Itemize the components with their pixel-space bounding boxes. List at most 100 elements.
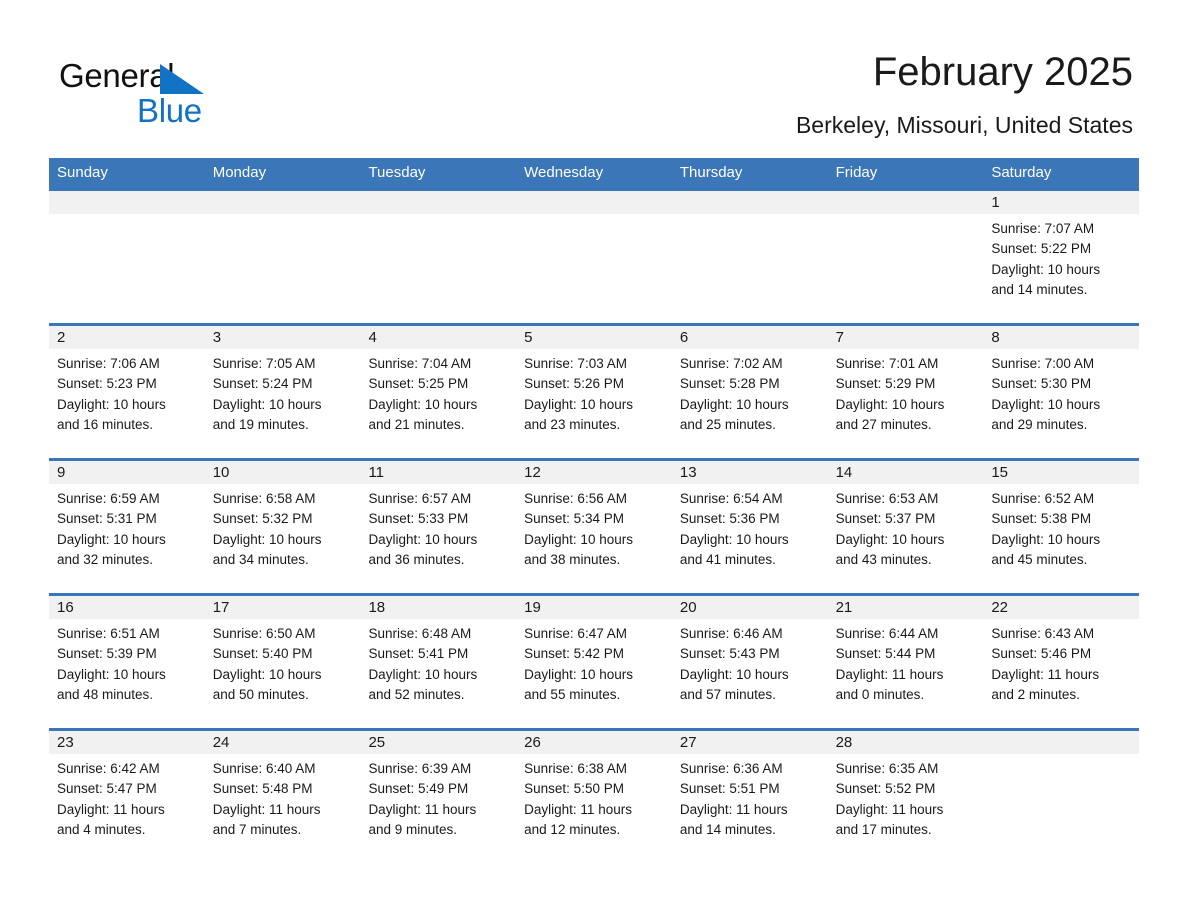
- daylight-text: and 52 minutes.: [368, 686, 465, 702]
- day-number-band: 4: [360, 326, 517, 349]
- calendar-day-cell[interactable]: 22 Sunrise: 6:43 AM Sunset: 5:46 PM Dayligh…: [983, 596, 1140, 728]
- calendar-day-cell[interactable]: 25 Sunrise: 6:39 AM Sunset: 5:49 PM Dayligh…: [360, 731, 517, 863]
- day-details: [672, 214, 828, 219]
- calendar-day-cell[interactable]: 19 Sunrise: 6:47 AM Sunset: 5:42 PM Dayligh…: [516, 596, 672, 728]
- calendar-day-cell[interactable]: 23 Sunrise: 6:42 AM Sunset: 5:47 PM Dayligh…: [49, 731, 205, 863]
- day-number-band: 6: [671, 326, 828, 349]
- calendar-day-cell[interactable]: 1 Sunrise: 7:07 AM Sunset: 5:22 PM Daylight…: [983, 191, 1140, 323]
- sunset-text: Sunset: 5:34 PM: [524, 511, 624, 527]
- day-number-band: 18: [360, 596, 517, 619]
- sunset-text: Sunset: 5:38 PM: [991, 511, 1092, 527]
- sunrise-text: Sunrise: 6:40 AM: [212, 761, 316, 776]
- daylight-text: and 14 minutes.: [991, 281, 1088, 297]
- calendar-day-cell[interactable]: 13 Sunrise: 6:54 AM Sunset: 5:36 PM Dayligh…: [671, 461, 828, 593]
- daylight-text: and 9 minutes.: [368, 821, 457, 837]
- calendar-day-cell[interactable]: 12 Sunrise: 6:56 AM Sunset: 5:34 PM Dayligh…: [516, 461, 672, 593]
- sunrise-text: Sunrise: 6:50 AM: [212, 626, 316, 641]
- sunrise-text: Sunrise: 6:44 AM: [835, 626, 939, 641]
- sunrise-text: Sunrise: 6:43 AM: [991, 626, 1095, 641]
- calendar-day-cell[interactable]: 28 Sunrise: 6:35 AM Sunset: 5:52 PM Dayligh…: [827, 731, 984, 863]
- day-number-band: 2: [49, 326, 205, 349]
- daylight-text: and 23 minutes.: [524, 416, 621, 432]
- calendar-day-cell[interactable]: 17 Sunrise: 6:50 AM Sunset: 5:40 PM Dayligh…: [204, 596, 361, 728]
- daylight-text: Daylight: 11 hours: [679, 801, 788, 817]
- day-number-band: 1: [983, 191, 1140, 214]
- day-number-band: 26: [516, 731, 672, 754]
- calendar-day-cell[interactable]: 9 Sunrise: 6:59 AM Sunset: 5:31 PM Daylight…: [49, 461, 205, 593]
- sunset-text: Sunset: 5:41 PM: [368, 646, 469, 662]
- day-number-band: 10: [204, 461, 361, 484]
- calendar-day-cell[interactable]: 2 Sunrise: 7:06 AM Sunset: 5:23 PM Daylight…: [49, 326, 205, 458]
- daylight-text: Daylight: 10 hours: [368, 531, 478, 547]
- day-number: 7: [835, 329, 844, 346]
- calendar-day-cell[interactable]: 18 Sunrise: 6:48 AM Sunset: 5:41 PM Dayligh…: [360, 596, 517, 728]
- day-number-band: 7: [827, 326, 984, 349]
- daylight-text: and 0 minutes.: [835, 686, 925, 702]
- calendar-day-cell[interactable]: 21 Sunrise: 6:44 AM Sunset: 5:44 PM Dayligh…: [827, 596, 984, 728]
- sunset-text: Sunset: 5:31 PM: [57, 511, 157, 527]
- calendar-day-cell[interactable]: 7 Sunrise: 7:01 AM Sunset: 5:29 PM Daylight…: [827, 326, 984, 458]
- weekday-header-row: Sunday Monday Tuesday Wednesday Thursday Frid…: [49, 158, 1139, 188]
- day-number: 1: [991, 194, 1000, 211]
- calendar-day-cell[interactable]: 6 Sunrise: 7:02 AM Sunset: 5:28 PM Daylight…: [671, 326, 828, 458]
- day-details: Sunrise: 6:38 AM Sunset: 5:50 PM Daylight:…: [516, 754, 672, 840]
- day-details: Sunrise: 6:51 AM Sunset: 5:39 PM Daylight:…: [49, 619, 205, 705]
- calendar-week-row: 16 Sunrise: 6:51 AM Sunset: 5:39 PM Dayligh…: [49, 593, 1140, 728]
- calendar-day-cell[interactable]: 27 Sunrise: 6:36 AM Sunset: 5:51 PM Dayligh…: [671, 731, 828, 863]
- calendar-day-cell[interactable]: 24 Sunrise: 6:40 AM Sunset: 5:48 PM Dayligh…: [204, 731, 361, 863]
- daylight-text: Daylight: 10 hours: [679, 396, 789, 412]
- calendar-day-cell[interactable]: 14 Sunrise: 6:53 AM Sunset: 5:37 PM Dayligh…: [827, 461, 984, 593]
- weekday-header-thursday: Thursday: [679, 164, 743, 181]
- day-number: 21: [835, 599, 853, 616]
- calendar-day-cell[interactable]: 15 Sunrise: 6:52 AM Sunset: 5:38 PM Dayligh…: [983, 461, 1140, 593]
- calendar-day-cell[interactable]: 16 Sunrise: 6:51 AM Sunset: 5:39 PM Dayligh…: [49, 596, 205, 728]
- calendar-day-cell[interactable]: 10 Sunrise: 6:58 AM Sunset: 5:32 PM Dayligh…: [204, 461, 361, 593]
- sunrise-text: Sunrise: 6:35 AM: [835, 761, 939, 776]
- day-details: Sunrise: 6:35 AM Sunset: 5:52 PM Daylight:…: [828, 754, 984, 840]
- day-number-band: [516, 191, 672, 214]
- sunset-text: Sunset: 5:24 PM: [212, 376, 313, 392]
- sunrise-text: Sunrise: 7:04 AM: [368, 356, 472, 371]
- sunset-text: Sunset: 5:23 PM: [57, 376, 157, 392]
- weekday-header-friday: Friday: [835, 164, 878, 181]
- daylight-text: Daylight: 10 hours: [835, 531, 945, 547]
- day-details: Sunrise: 6:52 AM Sunset: 5:38 PM Daylight:…: [983, 484, 1139, 570]
- weekday-header-sunday: Sunday: [57, 164, 108, 181]
- day-number-band: [827, 191, 984, 214]
- day-details: Sunrise: 6:50 AM Sunset: 5:40 PM Daylight:…: [205, 619, 361, 705]
- weekday-header-wednesday: Wednesday: [524, 164, 604, 181]
- sunset-text: Sunset: 5:30 PM: [991, 376, 1092, 392]
- day-number-band: 11: [360, 461, 517, 484]
- calendar-day-cell[interactable]: 8 Sunrise: 7:00 AM Sunset: 5:30 PM Daylight…: [983, 326, 1140, 458]
- calendar-day-cell[interactable]: 20 Sunrise: 6:46 AM Sunset: 5:43 PM Dayligh…: [671, 596, 828, 728]
- calendar-day-cell[interactable]: 3 Sunrise: 7:05 AM Sunset: 5:24 PM Daylight…: [204, 326, 361, 458]
- sunset-text: Sunset: 5:44 PM: [835, 646, 936, 662]
- day-number-band: 3: [204, 326, 361, 349]
- calendar-day-cell[interactable]: 11 Sunrise: 6:57 AM Sunset: 5:33 PM Dayligh…: [360, 461, 517, 593]
- daylight-text: Daylight: 10 hours: [212, 666, 322, 682]
- day-number: 2: [57, 329, 66, 346]
- page-subtitle: Berkeley, Missouri, United States: [795, 112, 1133, 138]
- calendar-day-cell-empty: [827, 191, 984, 323]
- day-details: Sunrise: 7:06 AM Sunset: 5:23 PM Daylight:…: [49, 349, 205, 435]
- daylight-text: and 19 minutes.: [212, 416, 309, 432]
- sunrise-text: Sunrise: 6:56 AM: [524, 491, 627, 506]
- calendar-day-cell[interactable]: 26 Sunrise: 6:38 AM Sunset: 5:50 PM Dayligh…: [516, 731, 672, 863]
- day-number: 4: [368, 329, 377, 346]
- daylight-text: Daylight: 10 hours: [679, 666, 789, 682]
- sunset-text: Sunset: 5:40 PM: [212, 646, 313, 662]
- day-number: 28: [835, 734, 853, 751]
- day-number: 6: [679, 329, 689, 346]
- daylight-text: Daylight: 10 hours: [524, 666, 633, 682]
- calendar-day-cell[interactable]: 4 Sunrise: 7:04 AM Sunset: 5:25 PM Daylight…: [360, 326, 517, 458]
- generalblue-logo[interactable]: General Blue: [59, 56, 319, 136]
- daylight-text: and 14 minutes.: [679, 821, 776, 837]
- day-number: 20: [679, 599, 697, 616]
- calendar-day-cell[interactable]: 5 Sunrise: 7:03 AM Sunset: 5:26 PM Daylight…: [516, 326, 672, 458]
- daylight-text: and 16 minutes.: [57, 416, 154, 432]
- calendar-week-row: 2 Sunrise: 7:06 AM Sunset: 5:23 PM Daylight…: [49, 323, 1140, 458]
- calendar-weeks: 1 Sunrise: 7:07 AM Sunset: 5:22 PM Daylight…: [49, 188, 1140, 863]
- day-number: 27: [679, 734, 697, 751]
- day-details: [516, 214, 672, 219]
- daylight-text: Daylight: 11 hours: [835, 666, 944, 682]
